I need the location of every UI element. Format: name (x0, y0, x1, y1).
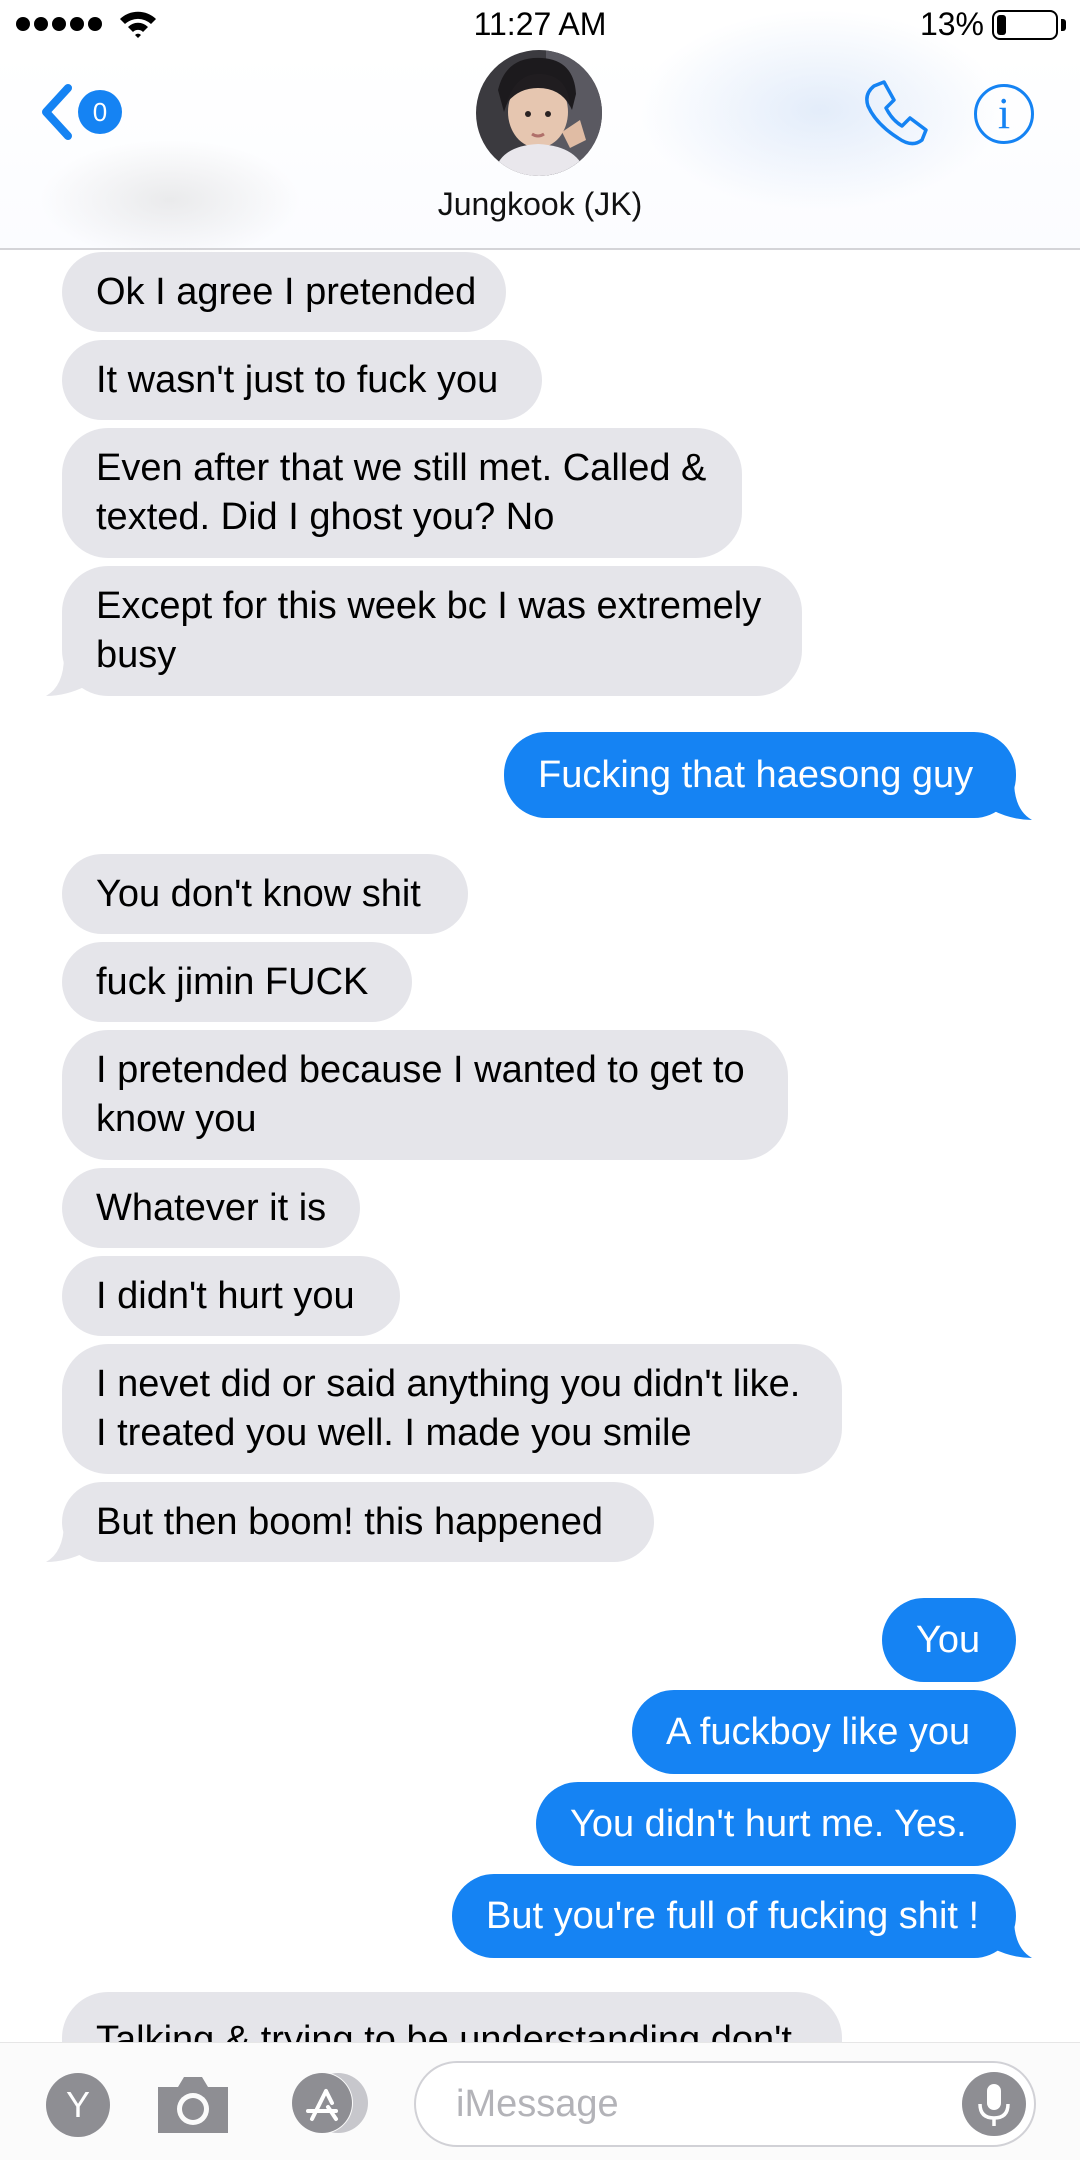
battery-tip (1061, 19, 1066, 31)
compose-bar: Y iMessage (0, 2042, 1080, 2160)
outgoing-message[interactable]: You (882, 1598, 1016, 1682)
app-store-icon[interactable] (282, 2071, 378, 2135)
unread-badge: 0 (78, 90, 122, 134)
message-text: I didn't hurt you (96, 1274, 355, 1317)
incoming-message[interactable]: You don't know shit (62, 854, 468, 934)
message-text: I nevet did or said anything you didn't … (96, 1360, 800, 1458)
message-line: Even after that we still met. Called & (96, 447, 707, 489)
outgoing-message[interactable]: Fucking that haesong guy (504, 732, 1016, 818)
message-text: It wasn't just to fuck you (96, 358, 499, 401)
message-placeholder: iMessage (456, 2083, 619, 2125)
message-text: But you're full of fucking shit ! (486, 1894, 980, 1937)
message-thread: Ok I agree I pretended It wasn't just to… (0, 252, 1080, 2042)
message-text: Even after that we still met. Called & t… (96, 444, 706, 542)
incoming-message[interactable]: Whatever it is (62, 1168, 360, 1248)
incoming-message[interactable]: Even after that we still met. Called & t… (62, 428, 742, 558)
incoming-message[interactable]: I pretended because I wanted to get to k… (62, 1030, 788, 1160)
message-text: fuck jimin FUCK (96, 960, 369, 1003)
message-text: I pretended because I wanted to get to k… (96, 1046, 745, 1144)
message-line: I treated you well. I made you smile (96, 1412, 692, 1454)
phone-icon[interactable] (860, 78, 930, 148)
bubble-tail (46, 656, 86, 696)
incoming-message[interactable]: But then boom! this happened (62, 1482, 654, 1562)
message-line: texted. Did I ghost you? No (96, 496, 555, 538)
message-text: Fucking that haesong guy (538, 753, 974, 796)
outgoing-message[interactable]: A fuckboy like you (632, 1690, 1016, 1774)
message-text: Except for this week bc I was extremely … (96, 582, 761, 680)
message-line: know you (96, 1098, 257, 1140)
back-button[interactable]: 0 (34, 78, 134, 144)
message-text: A fuckboy like you (666, 1710, 971, 1753)
message-text: Whatever it is (96, 1186, 327, 1229)
message-text: But then boom! this happened (96, 1500, 604, 1543)
bubble-tail (992, 780, 1032, 820)
incoming-message[interactable]: Ok I agree I pretended (62, 252, 506, 332)
incoming-message[interactable]: It wasn't just to fuck you (62, 340, 542, 420)
incoming-message[interactable]: I didn't hurt you (62, 1256, 400, 1336)
header-glow (640, 10, 1000, 210)
microphone-icon[interactable] (962, 2072, 1026, 2136)
outgoing-message[interactable]: But you're full of fucking shit ! (452, 1874, 1016, 1958)
incoming-message[interactable]: I nevet did or said anything you didn't … (62, 1344, 842, 1474)
incoming-message[interactable]: Talking & trying to be understanding don… (62, 1992, 842, 2042)
message-line: I nevet did or said anything you didn't … (96, 1363, 801, 1405)
info-icon[interactable]: i (974, 84, 1034, 144)
message-line: I pretended because I wanted to get to (96, 1049, 745, 1091)
message-text: You don't know shit (96, 872, 421, 915)
conversation-header: 0 Jungkook (JK) i (0, 10, 1080, 260)
chevron-left-icon (42, 84, 72, 140)
bubble-tail (992, 1918, 1032, 1958)
bubble-tail (46, 1522, 86, 1562)
contact-avatar[interactable] (476, 50, 602, 176)
message-text: Talking & trying to be understanding don… (96, 2019, 792, 2042)
incoming-message[interactable]: Except for this week bc I was extremely … (62, 566, 802, 696)
message-text: Ok I agree I pretended (96, 270, 477, 313)
contact-name[interactable]: Jungkook (JK) (0, 186, 1080, 223)
outgoing-message[interactable]: You didn't hurt me. Yes. (536, 1782, 1016, 1866)
apps-button[interactable]: Y (46, 2073, 110, 2137)
message-line: busy (96, 634, 177, 676)
camera-icon[interactable] (154, 2071, 232, 2137)
battery-icon (992, 10, 1058, 40)
message-line: Except for this week bc I was extremely (96, 585, 762, 627)
message-input[interactable]: iMessage (414, 2061, 1036, 2147)
message-text: You didn't hurt me. Yes. (570, 1802, 967, 1845)
message-text: You (916, 1618, 981, 1661)
incoming-message[interactable]: fuck jimin FUCK (62, 942, 412, 1022)
